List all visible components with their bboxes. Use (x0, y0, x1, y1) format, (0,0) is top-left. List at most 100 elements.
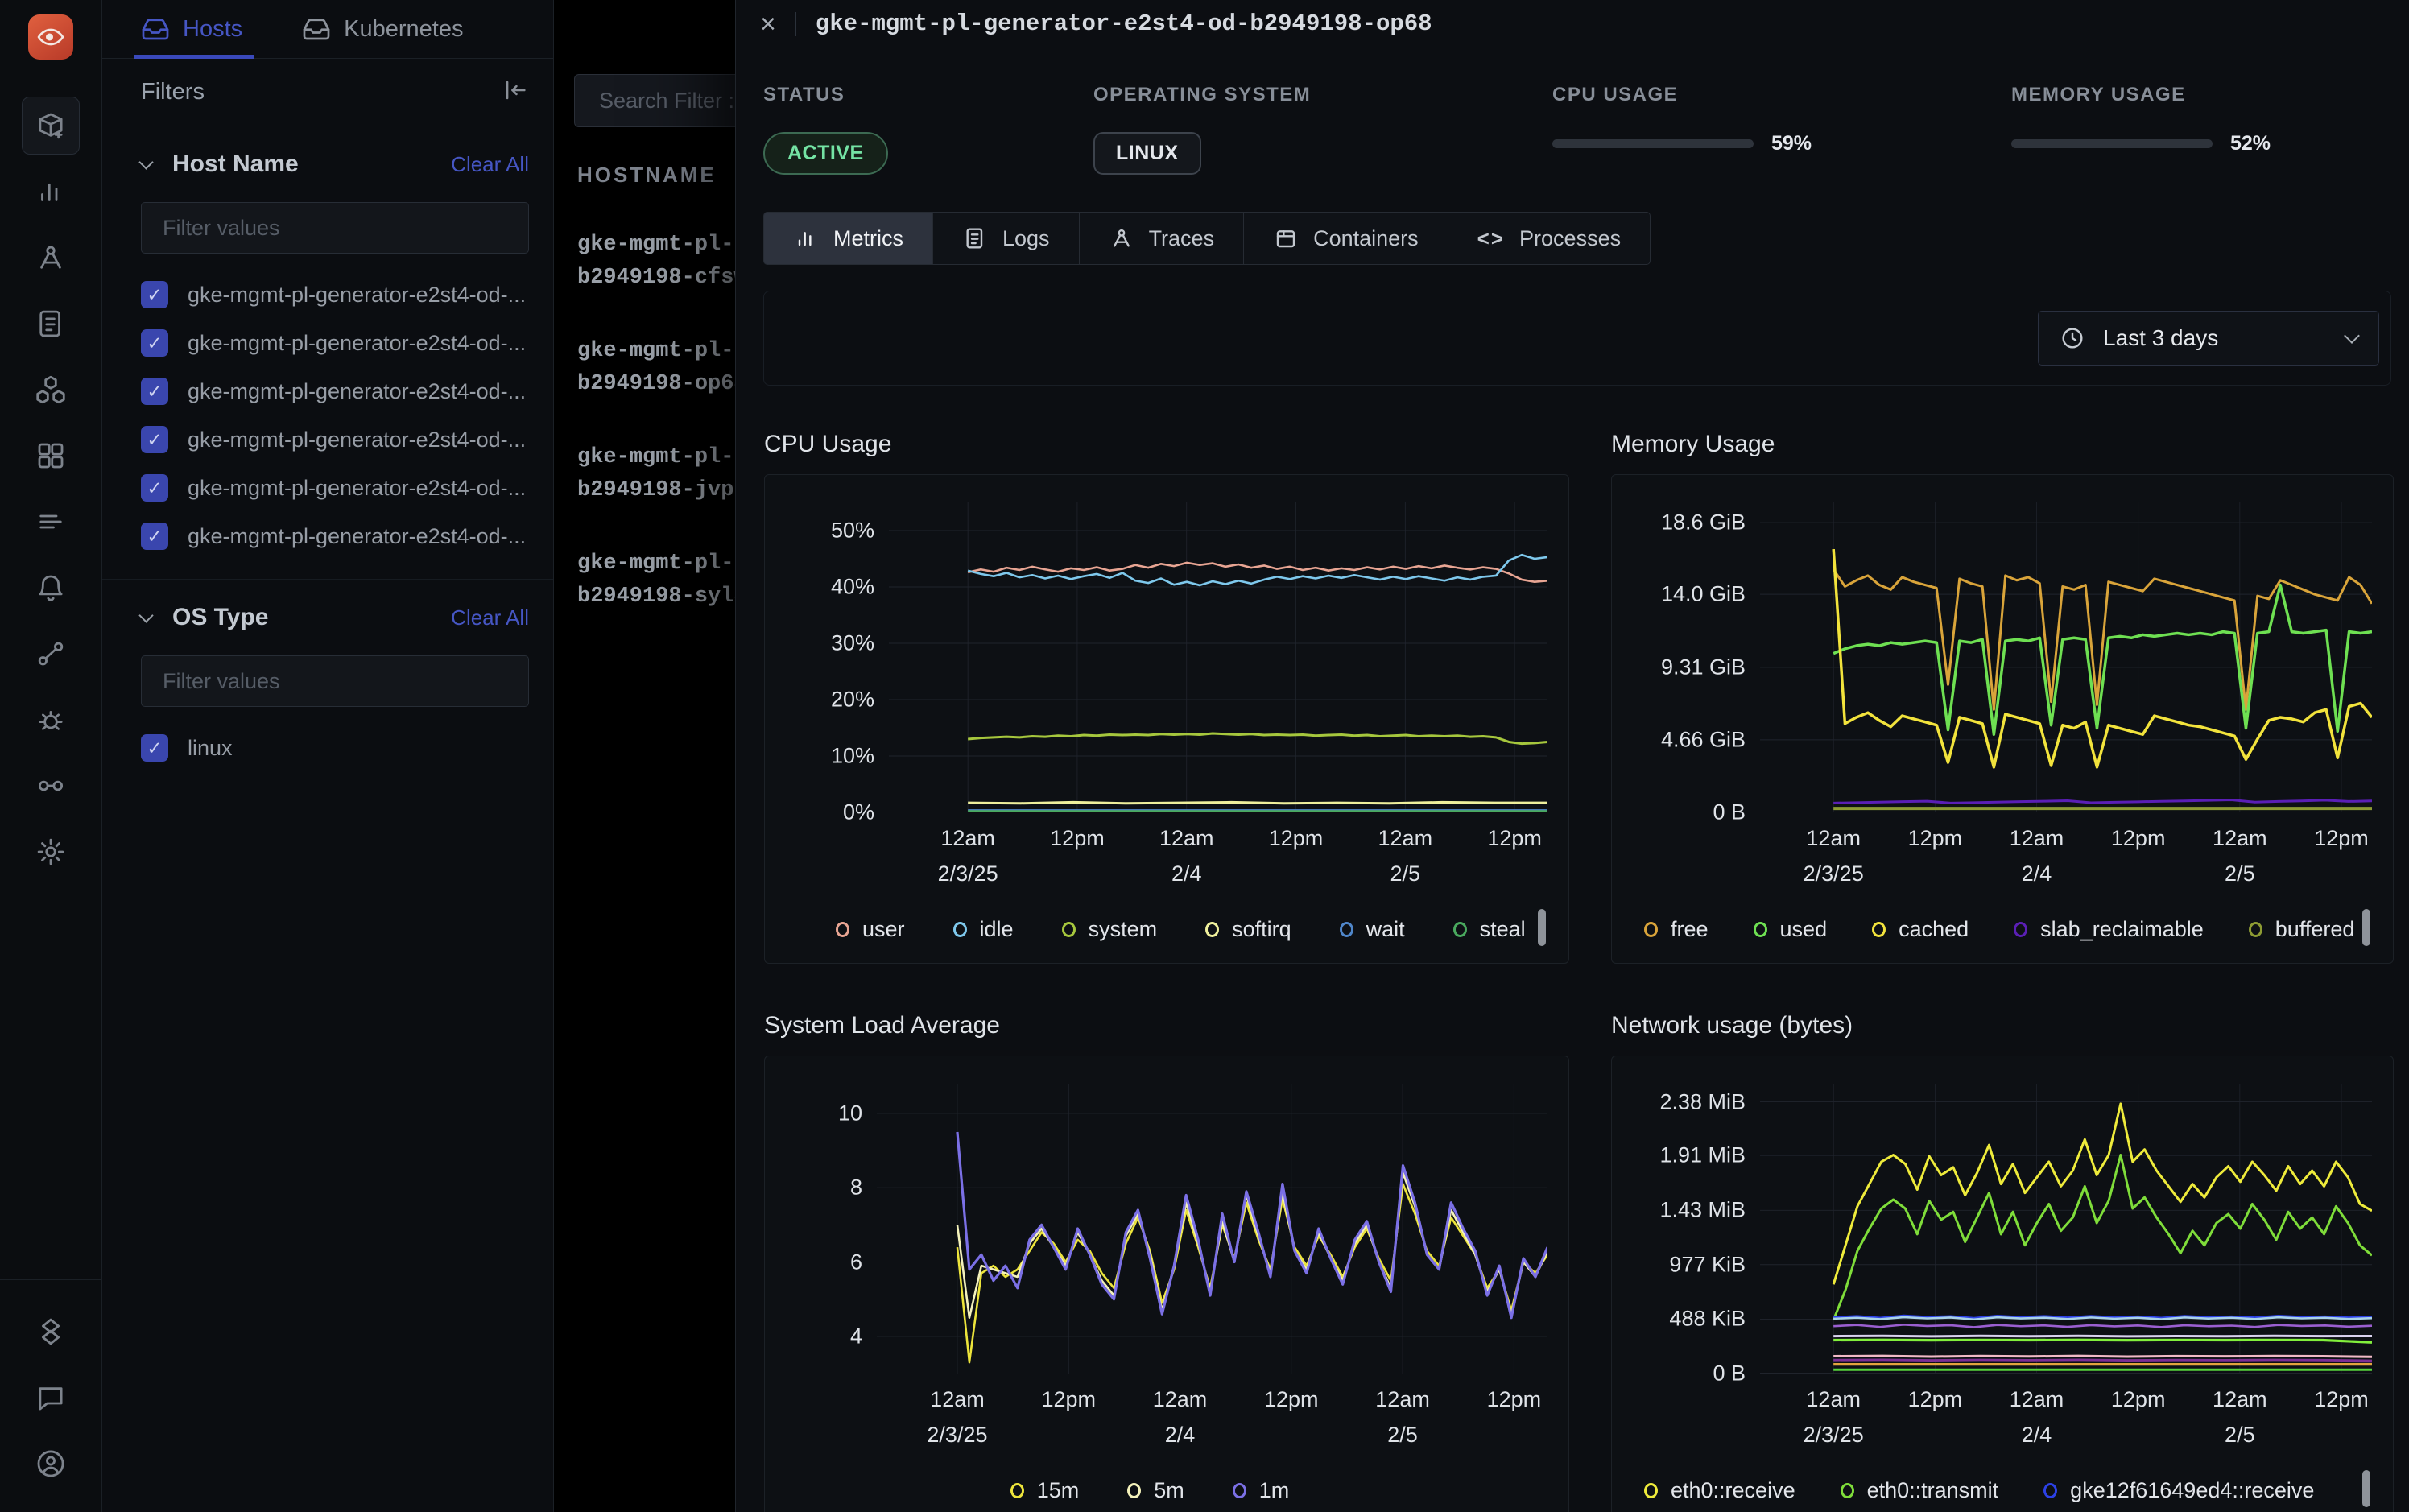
legend-item[interactable]: steal (1453, 917, 1526, 942)
chevron-down-icon[interactable] (138, 608, 153, 622)
tab-traces[interactable]: Traces (1079, 212, 1245, 265)
host-name-filter-input[interactable]: Filter values (141, 202, 529, 254)
signoz-logo-icon[interactable] (28, 14, 73, 60)
tab-containers[interactable]: Containers (1243, 212, 1448, 265)
checkbox-checked-icon[interactable]: ✓ (141, 734, 168, 762)
legend-scrollbar[interactable] (1538, 909, 1546, 946)
network-usage-chart[interactable]: 0 B488 KiB977 KiB1.43 MiB1.91 MiB2.38 Mi… (1611, 1056, 2394, 1512)
tab-hosts[interactable]: Hosts (141, 0, 242, 58)
cpu-usage-chart[interactable]: 0%10%20%30%40%50% 12am2/3/2512pm12am2/41… (764, 474, 1569, 964)
legend-item[interactable]: 1m (1233, 1478, 1290, 1503)
legend-item[interactable]: gke12f61649ed4::receive (2043, 1478, 2314, 1503)
os-type-section-label[interactable]: OS Type (172, 604, 451, 631)
legend-item[interactable]: idle (953, 917, 1014, 942)
tab-logs[interactable]: Logs (932, 212, 1080, 265)
nav-get-started[interactable] (22, 97, 80, 155)
legend-item[interactable]: cached (1872, 917, 1969, 942)
checkbox-checked-icon[interactable]: ✓ (141, 281, 168, 308)
host-name-section-label[interactable]: Host Name (172, 151, 451, 178)
host-detail-drawer: × gke-mgmt-pl-generator-e2st4-od-b294919… (735, 0, 2409, 1512)
host-name-option[interactable]: ✓ gke-mgmt-pl-generator-e2st4-od-... (141, 426, 529, 453)
tab-kubernetes[interactable]: Kubernetes (302, 0, 463, 58)
table-row[interactable]: gke-mgmt-pl-gb2949198-cfsw (577, 229, 747, 295)
legend-scrollbar[interactable] (2362, 909, 2370, 946)
os-type-filter-input[interactable]: Filter values (141, 655, 529, 707)
checkbox-checked-icon[interactable]: ✓ (141, 523, 168, 550)
nav-logs[interactable] (22, 295, 80, 353)
os-type-options: ✓ linux (141, 734, 529, 762)
legend-item[interactable]: slab_reclaimable (2014, 917, 2204, 942)
legend-item[interactable]: wait (1340, 917, 1405, 942)
hosts-search-placeholder: Search Filter : s (599, 89, 751, 114)
nav-infrastructure[interactable] (22, 361, 80, 419)
nav-metrics[interactable] (22, 163, 80, 221)
legend-item[interactable]: used (1754, 917, 1828, 942)
table-row[interactable]: gke-mgmt-pl-gb2949198-jvp1 (577, 441, 747, 507)
legend-item[interactable]: system (1062, 917, 1158, 942)
legend-item[interactable]: softirq (1205, 917, 1291, 942)
legend-item[interactable]: user (836, 917, 905, 942)
close-icon[interactable]: × (760, 10, 776, 38)
nav-settings[interactable] (22, 823, 80, 881)
host-name-option[interactable]: ✓ gke-mgmt-pl-generator-e2st4-od-... (141, 281, 529, 308)
checkbox-checked-icon[interactable]: ✓ (141, 378, 168, 405)
cpu-usage-value: 59% (1771, 132, 1812, 155)
time-range-select[interactable]: Last 3 days (2038, 311, 2379, 366)
nav-list-view[interactable] (22, 493, 80, 551)
checkbox-checked-icon[interactable]: ✓ (141, 329, 168, 357)
chevron-down-icon[interactable] (138, 155, 153, 169)
host-name-option[interactable]: ✓ gke-mgmt-pl-generator-e2st4-od-... (141, 378, 529, 405)
nav-messaging-queues[interactable] (22, 757, 80, 815)
host-name-option[interactable]: ✓ gke-mgmt-pl-generator-e2st4-od-... (141, 474, 529, 502)
nav-rail (0, 0, 102, 1512)
legend-item[interactable]: eth0::receive (1644, 1478, 1795, 1503)
metrics-grid: CPU Usage 0%10%20%30%40%50% 12am2/3/2512… (764, 431, 2409, 1512)
drawer-header: × gke-mgmt-pl-generator-e2st4-od-b294919… (736, 0, 2409, 48)
nav-exceptions[interactable] (22, 691, 80, 749)
chart-legend: eth0::receive eth0::transmit gke12f61649… (1623, 1465, 2372, 1512)
host-name-clear-all[interactable]: Clear All (451, 152, 529, 177)
os-type-option-linux[interactable]: ✓ linux (141, 734, 529, 762)
cpu-usage-chart-block: CPU Usage 0%10%20%30%40%50% 12am2/3/2512… (764, 431, 1569, 964)
tab-processes[interactable]: <> Processes (1448, 212, 1651, 265)
legend-item[interactable]: 15m (1010, 1478, 1080, 1503)
chart-title: Memory Usage (1611, 431, 2394, 458)
os-type-clear-all[interactable]: Clear All (451, 605, 529, 630)
system-load-chart[interactable]: 46810 12am2/3/2512pm12am2/412pm12am2/512… (764, 1056, 1569, 1512)
host-name-option[interactable]: ✓ gke-mgmt-pl-generator-e2st4-od-... (141, 329, 529, 357)
tab-metrics[interactable]: Metrics (763, 212, 933, 265)
nav-dashboards[interactable] (22, 427, 80, 485)
table-row[interactable]: gke-mgmt-pl-gb2949198-op68 (577, 335, 747, 401)
legend-item[interactable]: free (1644, 917, 1709, 942)
legend-item[interactable]: 5m (1127, 1478, 1184, 1503)
nav-traces[interactable] (22, 229, 80, 287)
checkbox-checked-icon[interactable]: ✓ (141, 426, 168, 453)
nav-alerts[interactable] (22, 559, 80, 617)
legend-item[interactable]: eth0::transmit (1841, 1478, 1999, 1503)
hostname-column-header: HOSTNAME (577, 163, 717, 188)
checkbox-checked-icon[interactable]: ✓ (141, 474, 168, 502)
chart-legend: free used cached slab_reclaimable buffer… (1623, 904, 2372, 952)
time-range-value: Last 3 days (2103, 325, 2346, 351)
nav-account[interactable] (22, 1435, 80, 1493)
memory-usage-value: 52% (2230, 132, 2271, 155)
legend-scrollbar[interactable] (2362, 1470, 2370, 1507)
filters-header: Filters (102, 59, 553, 126)
host-name-option[interactable]: ✓ gke-mgmt-pl-generator-e2st4-od-... (141, 523, 529, 550)
memory-usage-chart[interactable]: 0 B4.66 GiB9.31 GiB14.0 GiB18.6 GiB 12am… (1611, 474, 2394, 964)
clock-icon (2060, 325, 2085, 351)
memory-usage-bar (2011, 139, 2213, 148)
host-name-filter-placeholder: Filter values (163, 216, 280, 241)
memory-usage-chart-block: Memory Usage 0 B4.66 GiB9.31 GiB14.0 GiB… (1611, 431, 2394, 964)
os-type-filter-placeholder: Filter values (163, 669, 280, 694)
table-row[interactable]: gke-mgmt-pl-gb2949198-syl5 (577, 547, 747, 613)
cpu-usage-bar (1552, 139, 1754, 148)
host-summary-row: STATUS ACTIVE OPERATING SYSTEM LINUX CPU… (736, 48, 2409, 175)
nav-support[interactable] (22, 1369, 80, 1427)
nav-integrations[interactable] (22, 1303, 80, 1361)
legend-item[interactable]: buffered (2249, 917, 2355, 942)
network-usage-chart-block: Network usage (bytes) 0 B488 KiB977 KiB1… (1611, 1012, 2394, 1512)
nav-service-map[interactable] (22, 625, 80, 683)
app-screen: Hosts Kubernetes Filters Host Name Clear… (0, 0, 2409, 1512)
collapse-filters-icon[interactable] (502, 76, 529, 108)
